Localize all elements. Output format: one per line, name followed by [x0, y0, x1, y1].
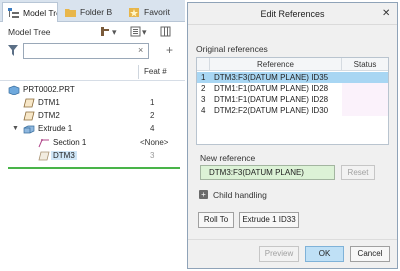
row-reference: DTM1:F1(DATUM PLANE) ID28: [214, 84, 329, 93]
table-row[interactable]: 1 DTM3:F3(DATUM PLANE) ID35: [197, 72, 388, 83]
settings-tools-icon[interactable]: [100, 26, 111, 38]
ok-button[interactable]: OK: [305, 246, 344, 262]
part-icon: [8, 85, 20, 95]
tree-column-header: Feat #: [0, 63, 185, 81]
original-references-label: Original references: [196, 44, 268, 54]
roll-to-target-field[interactable]: Extrude 1 ID33: [239, 212, 299, 228]
table-row[interactable]: 2 DTM1:F1(DATUM PLANE) ID28: [197, 83, 388, 94]
tab-model-tree[interactable]: Model Tree: [2, 2, 58, 22]
column-separator[interactable]: [138, 65, 139, 79]
feat-number: 2: [150, 111, 155, 120]
panel-title: Model Tree: [8, 27, 51, 37]
preview-button[interactable]: Preview: [259, 246, 299, 262]
tree-node-label: Extrude 1: [38, 124, 73, 133]
tree-node-label: DTM1: [38, 98, 60, 107]
dialog-titlebar: Edit References ✕: [188, 3, 397, 25]
row-reference: DTM2:F2(DATUM PLANE) ID30: [214, 106, 329, 115]
datum-plane-icon: [38, 151, 50, 161]
tree-node[interactable]: DTM1 1: [0, 97, 185, 110]
tree-node[interactable]: ▼ Extrude 1 4: [0, 123, 185, 136]
references-table: Reference Status 1 DTM3:F3(DATUM PLANE) …: [196, 57, 389, 145]
new-reference-field[interactable]: DTM3:F3(DATUM PLANE): [200, 165, 335, 180]
close-icon[interactable]: ✕: [382, 8, 390, 19]
tree-node-label: PRT0002.PRT: [23, 85, 75, 94]
tab-label: Model Tree: [23, 8, 57, 18]
expand-plus-icon[interactable]: +: [199, 190, 208, 199]
expand-arrow-icon[interactable]: ▼: [12, 125, 19, 132]
feat-number: 3: [150, 151, 155, 160]
tab-favorites[interactable]: Favorit: [124, 2, 185, 22]
table-header-index: [197, 58, 210, 71]
row-status: [342, 105, 388, 116]
show-options-icon[interactable]: [130, 26, 141, 38]
column-feat-number[interactable]: Feat #: [144, 67, 167, 76]
tree-node-label: Section 1: [53, 138, 87, 147]
favorites-icon: [129, 8, 139, 17]
model-tree-panel: Model Tree Folder B Favorit Model Tree ▾…: [0, 0, 185, 271]
filter-row: × +: [0, 42, 185, 60]
folder-icon: [65, 9, 76, 17]
table-row[interactable]: 3 DTM1:F1(DATUM PLANE) ID28: [197, 94, 388, 105]
table-header-status[interactable]: Status: [342, 58, 388, 71]
tree-node-selected[interactable]: DTM3 3: [0, 150, 185, 163]
row-number: 2: [201, 84, 206, 93]
new-reference-label: New reference: [200, 153, 256, 163]
panel-tabs: Model Tree Folder B Favorit: [0, 0, 185, 22]
dialog-title: Edit References: [260, 9, 325, 19]
add-icon[interactable]: +: [166, 43, 173, 57]
chevron-down-icon[interactable]: ▾: [112, 26, 117, 38]
row-status: [342, 72, 388, 83]
datum-plane-icon: [23, 111, 35, 121]
child-handling-label[interactable]: Child handling: [213, 190, 267, 200]
tab-folder-browser[interactable]: Folder B: [60, 2, 122, 22]
model-tree-icon: [8, 8, 19, 18]
row-number: 4: [201, 106, 206, 115]
tab-label: Favorit: [144, 7, 170, 17]
table-row[interactable]: 4 DTM2:F2(DATUM PLANE) ID30: [197, 105, 388, 116]
tree-node-label: DTM3: [51, 151, 77, 160]
row-number: 1: [201, 73, 206, 82]
search-input[interactable]: [23, 43, 149, 59]
tree-node-label: DTM2: [38, 111, 60, 120]
insert-here-marker[interactable]: [8, 167, 180, 169]
sketch-icon: [38, 139, 49, 148]
divider: [188, 239, 397, 240]
row-reference: DTM1:F1(DATUM PLANE) ID28: [214, 95, 329, 104]
reset-button[interactable]: Reset: [341, 165, 375, 180]
tree-node[interactable]: PRT0002.PRT: [0, 84, 185, 97]
row-reference: DTM3:F3(DATUM PLANE) ID35: [214, 73, 329, 82]
tab-label: Folder B: [80, 7, 113, 17]
edit-references-dialog: Edit References ✕ Original references Re…: [187, 2, 398, 269]
chevron-down-icon[interactable]: ▾: [142, 26, 147, 38]
row-status: [342, 94, 388, 105]
tree-node[interactable]: Section 1 <None>: [0, 137, 185, 150]
filter-icon[interactable]: [8, 45, 18, 56]
model-tree-header: Model Tree ▾ ▾: [0, 23, 185, 41]
feat-number: <None>: [140, 138, 169, 147]
feat-number: 4: [150, 124, 155, 133]
feat-number: 1: [150, 98, 155, 107]
clear-icon[interactable]: ×: [138, 45, 143, 55]
row-number: 3: [201, 95, 206, 104]
tree-node[interactable]: DTM2 2: [0, 110, 185, 123]
roll-to-button[interactable]: Roll To: [198, 212, 234, 228]
row-status: [342, 83, 388, 94]
extrude-icon: [23, 125, 35, 134]
cancel-button[interactable]: Cancel: [350, 246, 390, 262]
datum-plane-icon: [23, 98, 35, 108]
table-header-reference[interactable]: Reference: [210, 58, 342, 71]
columns-icon[interactable]: [160, 26, 171, 38]
